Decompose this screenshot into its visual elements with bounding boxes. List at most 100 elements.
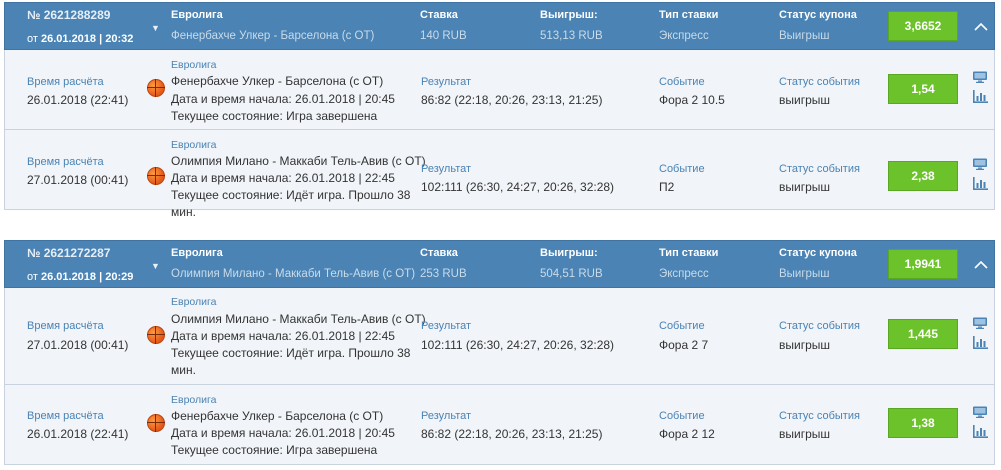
monitor-icon[interactable]: [972, 317, 988, 329]
calc-time-label: Время расчёта: [27, 320, 104, 332]
odds-badge: 1,38: [888, 408, 958, 438]
bet-type-label: Тип ставки: [659, 247, 719, 259]
event-start: Дата и время начала: 26.01.2018 | 22:45: [171, 329, 395, 343]
event-status-value: выигрыш: [779, 93, 831, 107]
total-odds-badge: 3,6652: [888, 11, 958, 41]
event-status-value: выигрыш: [779, 338, 831, 352]
event-row: Время расчёта 26.01.2018 (22:41) Евролиг…: [4, 50, 995, 130]
odds-badge: 1,445: [888, 319, 958, 349]
event-match[interactable]: Олимпия Милано - Маккаби Тель-Авив (с ОТ…: [171, 312, 426, 326]
event-state: Текущее состояние: Идёт игра. Прошло 38: [171, 346, 411, 360]
statistics-icon[interactable]: [972, 336, 988, 349]
bet-type-value: Экспресс: [659, 268, 709, 280]
basketball-icon: [147, 326, 165, 344]
win-value: 504,51 RUB: [540, 268, 603, 280]
caret-down-icon[interactable]: ▼: [151, 261, 160, 271]
event-status-label: Статус события: [779, 163, 860, 175]
event-state: Текущее состояние: Игра завершена: [171, 443, 378, 457]
basketball-icon: [147, 79, 165, 97]
chevron-up-icon[interactable]: [973, 21, 989, 33]
event-state-cont: мин.: [171, 363, 196, 377]
result-value: 86:82 (22:18, 20:26, 23:13, 21:25): [421, 93, 603, 107]
result-label: Результат: [421, 163, 472, 175]
event-value: Фора 2 10.5: [659, 93, 725, 107]
statistics-icon[interactable]: [972, 90, 988, 103]
stake-label: Ставка: [420, 247, 458, 259]
statistics-icon[interactable]: [972, 177, 988, 190]
total-odds-badge: 1,9941: [888, 249, 958, 279]
event-match[interactable]: Фенербахче Улкер - Барселона (с ОТ): [171, 74, 383, 88]
event-start: Дата и время начала: 26.01.2018 | 20:45: [171, 426, 395, 440]
result-value: 102:111 (26:30, 24:27, 20:26, 32:28): [421, 180, 615, 194]
stake-label: Ставка: [420, 9, 458, 21]
coupon-status-label: Статус купона: [779, 247, 857, 259]
odds-badge: 2,38: [888, 161, 958, 191]
statistics-icon[interactable]: [972, 425, 988, 438]
event-label: Событие: [659, 320, 705, 332]
chevron-up-icon[interactable]: [973, 259, 989, 271]
event-status-label: Статус события: [779, 320, 860, 332]
monitor-icon[interactable]: [972, 406, 988, 418]
monitor-icon[interactable]: [972, 158, 988, 170]
event-label: Событие: [659, 410, 705, 422]
event-status-label: Статус события: [779, 410, 860, 422]
event-start: Дата и время начала: 26.01.2018 | 22:45: [171, 171, 395, 185]
coupon-date: от 26.01.2018 | 20:29: [27, 271, 133, 283]
basketball-icon: [147, 414, 165, 432]
event-label: Событие: [659, 163, 705, 175]
event-row: Время расчёта 27.01.2018 (00:41) Евролиг…: [4, 288, 995, 385]
basketball-icon: [147, 167, 165, 185]
event-league: Евролига: [171, 296, 217, 308]
event-league: Евролига: [171, 139, 217, 151]
result-value: 102:111 (26:30, 24:27, 20:26, 32:28): [421, 338, 615, 352]
calc-time-value: 26.01.2018 (22:41): [27, 427, 129, 441]
coupon-league: Евролига: [171, 247, 223, 259]
calc-time-value: 27.01.2018 (00:41): [27, 173, 129, 187]
result-label: Результат: [421, 410, 472, 422]
calc-time-value: 26.01.2018 (22:41): [27, 93, 129, 107]
coupon-card: № 2621288289 от 26.01.2018 | 20:32 ▼ Евр…: [4, 2, 995, 219]
coupon-date-prefix: от: [27, 271, 38, 283]
coupon-number: № 2621288289: [27, 8, 111, 22]
monitor-icon[interactable]: [972, 71, 988, 83]
coupon-date-value: 26.01.2018 | 20:29: [40, 271, 134, 283]
coupon-header[interactable]: № 2621288289 от 26.01.2018 | 20:32 ▼ Евр…: [4, 2, 995, 50]
event-value: П2: [659, 180, 675, 194]
event-value: Фора 2 12: [659, 427, 715, 441]
caret-down-icon[interactable]: ▼: [151, 23, 160, 33]
calc-time-label: Время расчёта: [27, 76, 104, 88]
bet-type-value: Экспресс: [659, 30, 709, 42]
stake-value: 140 RUB: [420, 30, 467, 42]
event-match[interactable]: Фенербахче Улкер - Барселона (с ОТ): [171, 409, 383, 423]
event-value: Фора 2 7: [659, 338, 709, 352]
event-league: Евролига: [171, 59, 217, 71]
coupon-league: Евролига: [171, 9, 223, 21]
event-status-value: выигрыш: [779, 427, 831, 441]
result-value: 86:82 (22:18, 20:26, 23:13, 21:25): [421, 427, 603, 441]
event-match[interactable]: Олимпия Милано - Маккаби Тель-Авив (с ОТ…: [171, 154, 426, 168]
coupon-card: № 2621272287 от 26.01.2018 | 20:29 ▼ Евр…: [4, 240, 995, 465]
coupon-date-value: 26.01.2018 | 20:32: [40, 33, 134, 45]
result-label: Результат: [421, 320, 472, 332]
coupon-number: № 2621272287: [27, 246, 111, 260]
event-status-label: Статус события: [779, 76, 860, 88]
event-start: Дата и время начала: 26.01.2018 | 20:45: [171, 92, 395, 106]
coupon-status-value: Выигрыш: [779, 30, 830, 42]
event-label: Событие: [659, 76, 705, 88]
event-state-cont: мин.: [171, 205, 196, 219]
event-row: Время расчёта 27.01.2018 (00:41) Евролиг…: [4, 130, 995, 219]
calc-time-label: Время расчёта: [27, 410, 104, 422]
event-state: Текущее состояние: Идёт игра. Прошло 38: [171, 188, 411, 202]
calc-time-value: 27.01.2018 (00:41): [27, 338, 129, 352]
event-status-value: выигрыш: [779, 180, 831, 194]
win-label: Выигрыш:: [540, 9, 598, 21]
calc-time-label: Время расчёта: [27, 156, 104, 168]
stake-value: 253 RUB: [420, 268, 467, 280]
coupon-date: от 26.01.2018 | 20:32: [27, 33, 133, 45]
coupon-status-label: Статус купона: [779, 9, 857, 21]
coupon-header[interactable]: № 2621272287 от 26.01.2018 | 20:29 ▼ Евр…: [4, 240, 995, 288]
event-state: Текущее состояние: Игра завершена: [171, 109, 378, 123]
bet-type-label: Тип ставки: [659, 9, 719, 21]
coupon-status-value: Выигрыш: [779, 268, 830, 280]
event-league: Евролига: [171, 394, 217, 406]
